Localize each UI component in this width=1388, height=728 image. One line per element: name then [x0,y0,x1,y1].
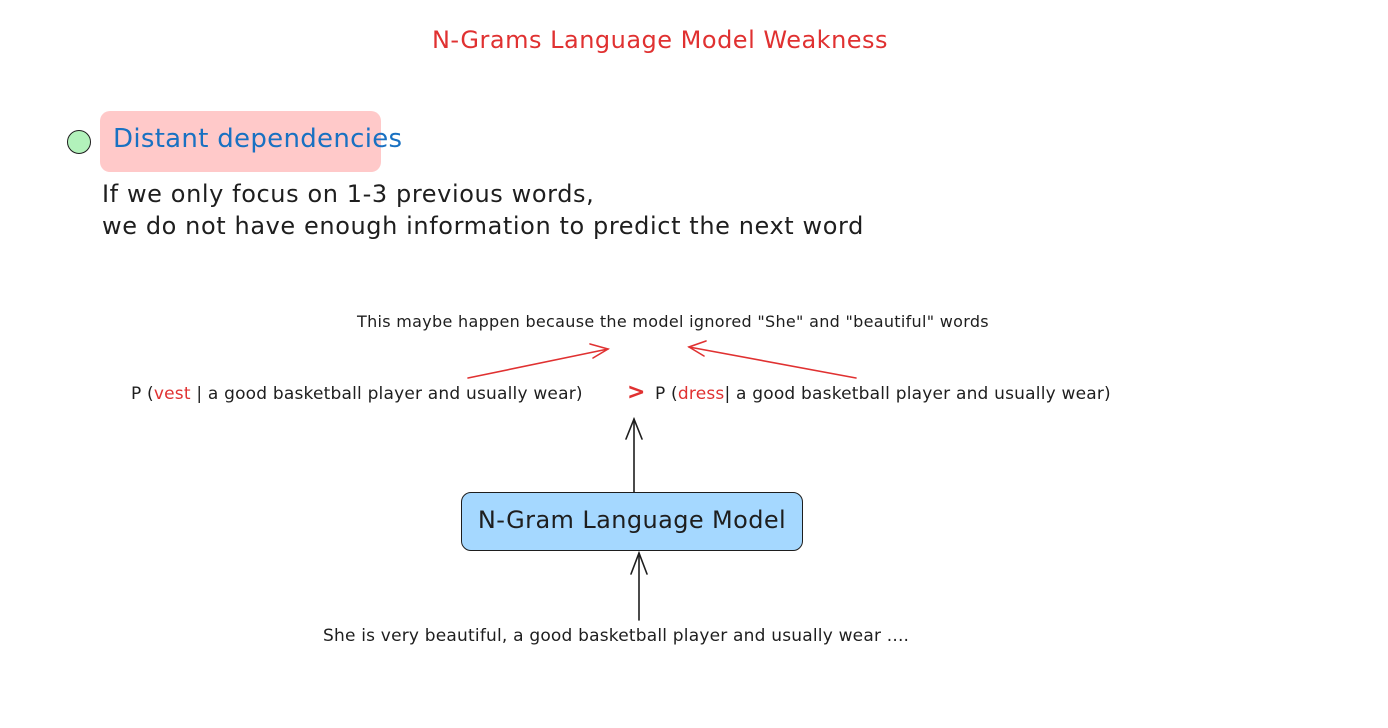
probability-vest: P (vest | a good basketball player and u… [131,384,583,404]
prob-condition: | a good basketball player and usually w… [190,384,583,404]
greater-than-operator: > [627,380,646,405]
body-text-line-1: If we only focus on 1-3 previous words, [102,180,595,208]
probability-dress: P (dress| a good basketball player and u… [655,384,1111,404]
word-dress: dress [677,384,725,404]
prob-prefix: P ( [655,384,678,404]
prob-prefix: P ( [131,384,154,404]
arrow-input-to-model [630,550,648,621]
section-heading: Distant dependencies [113,124,403,154]
arrow-right-to-note [687,340,857,379]
explanation-note: This maybe happen because the model igno… [357,312,989,331]
page-title: N-Grams Language Model Weakness [431,26,889,54]
prob-condition: | a good basketball player and usually w… [724,384,1111,404]
bullet-circle-icon [67,130,91,154]
arrow-left-to-note [467,343,611,379]
input-sentence: She is very beautiful, a good basketball… [323,626,910,646]
diagram-arrows [467,340,857,621]
word-vest: vest [153,384,191,404]
body-text-line-2: we do not have enough information to pre… [102,212,864,240]
ngram-model-label: N-Gram Language Model [477,506,787,534]
arrow-model-to-formula [625,416,643,493]
